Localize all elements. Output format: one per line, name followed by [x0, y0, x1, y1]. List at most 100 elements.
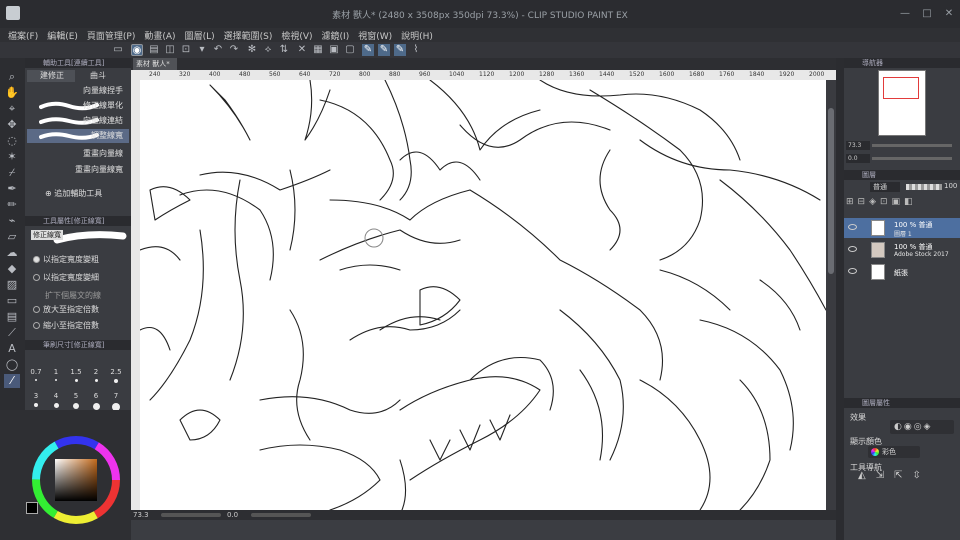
- sub-tool-item[interactable]: 重畫向量線: [27, 147, 129, 161]
- minimize-button[interactable]: —: [898, 8, 912, 20]
- snap-icon[interactable]: ⌇: [410, 44, 422, 56]
- operation-tool-icon[interactable]: ⌖: [4, 102, 20, 116]
- undo-icon[interactable]: ↶: [212, 44, 224, 56]
- layer-row-selected[interactable]: 100 % 普通 圖層 1: [844, 218, 960, 238]
- correct-line-tool-icon[interactable]: ⁄: [4, 374, 20, 388]
- visibility-eye-icon[interactable]: [848, 224, 857, 230]
- tool-nav-buttons[interactable]: ◭⇲⇱⇳: [856, 470, 952, 484]
- radio-option[interactable]: 縮小至指定倍數: [33, 320, 99, 331]
- sub-tool-item[interactable]: 重畫向量線寬: [27, 163, 129, 177]
- navigator-angle-slider[interactable]: [872, 157, 952, 160]
- scale-icon[interactable]: ⟡: [262, 44, 274, 56]
- visibility-eye-icon[interactable]: [848, 246, 857, 252]
- menu-help[interactable]: 說明(H): [393, 28, 433, 42]
- brush-tool-icon[interactable]: ⌁: [4, 214, 20, 228]
- navigator-angle-value[interactable]: 0.0: [846, 154, 870, 163]
- sub-tool-item[interactable]: 向量線捏手: [27, 84, 129, 98]
- navigator-zoom-slider[interactable]: [872, 144, 952, 147]
- deselect-icon[interactable]: ✕: [296, 44, 308, 56]
- blend-mode-select[interactable]: 普通: [870, 182, 900, 192]
- sub-tool-item[interactable]: 向量線連結: [27, 114, 129, 128]
- color-wheel[interactable]: [30, 434, 122, 526]
- invert-icon[interactable]: ▦: [312, 44, 324, 56]
- pencil-tool-icon[interactable]: ✏: [4, 198, 20, 212]
- close-button[interactable]: ✕: [942, 8, 956, 20]
- visibility-eye-icon[interactable]: [848, 268, 857, 274]
- ruler-tool-icon[interactable]: ⟋: [4, 326, 20, 340]
- layer-row[interactable]: 紙張: [844, 262, 960, 282]
- gradient-tool-icon[interactable]: ▨: [4, 278, 20, 292]
- move-tool-icon[interactable]: ✥: [4, 118, 20, 132]
- brush-size-option[interactable]: 2.5: [107, 368, 125, 390]
- drawing-canvas[interactable]: [140, 80, 826, 510]
- angle-value[interactable]: 0.0: [227, 511, 238, 519]
- text-tool-icon[interactable]: A: [4, 342, 20, 356]
- save-icon[interactable]: ▤: [148, 44, 160, 56]
- radio-option[interactable]: 放大至指定倍數: [33, 304, 99, 315]
- redo-icon[interactable]: ↷: [228, 44, 240, 56]
- menu-file[interactable]: 檔案(F): [0, 28, 38, 42]
- fill-tool-icon[interactable]: ◆: [4, 262, 20, 276]
- menu-filter[interactable]: 濾鏡(I): [314, 28, 350, 42]
- main-color-swatch[interactable]: [26, 502, 38, 514]
- layer-toolbar[interactable]: ⊞⊟◈⊡▣◧: [844, 197, 960, 209]
- vector-adjust-icon[interactable]: ✎: [378, 44, 390, 56]
- brush-size-option[interactable]: 2: [87, 368, 105, 390]
- brush-size-option[interactable]: 1.5: [67, 368, 85, 390]
- eyedropper-icon[interactable]: ⌿: [4, 166, 20, 180]
- clear-icon[interactable]: ⊡: [180, 44, 192, 56]
- zoom-value[interactable]: 73.3: [133, 511, 149, 519]
- vertical-scrollbar[interactable]: [826, 80, 836, 510]
- radio-option[interactable]: 以指定寬度變細: [33, 272, 99, 283]
- menu-animation[interactable]: 動畫(A): [136, 28, 175, 42]
- new-file-icon[interactable]: ▭: [112, 44, 124, 56]
- layer-icon[interactable]: ◫: [164, 44, 176, 56]
- fill-icon[interactable]: ▾: [196, 44, 208, 56]
- brush-size-option[interactable]: 1: [47, 368, 65, 390]
- hand-tool-icon[interactable]: ✋: [4, 86, 20, 100]
- opacity-slider[interactable]: [906, 184, 942, 190]
- opacity-value[interactable]: 100: [944, 182, 957, 190]
- radio-option[interactable]: 以指定寬度變粗: [33, 254, 99, 265]
- transform-icon[interactable]: ✻: [246, 44, 258, 56]
- sub-tool-item[interactable]: 修正線單化: [27, 99, 129, 113]
- add-sub-tool-button[interactable]: ⊕ 追加輔助工具: [45, 188, 102, 199]
- vector-width-icon[interactable]: ✎: [394, 44, 406, 56]
- tab-other[interactable]: 曲斗: [77, 70, 125, 82]
- menu-selection[interactable]: 選擇範圍(S): [216, 28, 273, 42]
- navigator-preview[interactable]: [878, 70, 926, 136]
- menu-window[interactable]: 視窗(W): [350, 28, 392, 42]
- selection-tool-icon[interactable]: ◌: [4, 134, 20, 148]
- menu-page[interactable]: 頁面管理(P): [79, 28, 135, 42]
- document-tab[interactable]: 素材 獸人*: [133, 58, 177, 70]
- display-color-select[interactable]: 彩色: [868, 446, 920, 458]
- layer-row[interactable]: 100 % 普通 Adobe Stock 2017: [844, 240, 960, 260]
- rotation-slider[interactable]: [251, 513, 311, 517]
- blend-tool-icon[interactable]: ☁: [4, 246, 20, 260]
- menu-view[interactable]: 檢視(V): [273, 28, 312, 42]
- tab-correct-line[interactable]: 建修正: [27, 70, 75, 82]
- shrink-icon[interactable]: ▢: [344, 44, 356, 56]
- flip-icon[interactable]: ⇅: [278, 44, 290, 56]
- maximize-button[interactable]: □: [920, 8, 934, 20]
- menu-layer[interactable]: 圖層(L): [177, 28, 215, 42]
- brush-dot-icon: [92, 403, 100, 410]
- vector-pen-icon[interactable]: ✎: [362, 44, 374, 56]
- navigator-zoom-value[interactable]: 73.3: [846, 141, 870, 150]
- figure-tool-icon[interactable]: ▭: [4, 294, 20, 308]
- menu-edit[interactable]: 編輯(E): [39, 28, 78, 42]
- canvas-settings-icon[interactable]: ◉: [131, 44, 143, 56]
- balloon-tool-icon[interactable]: ◯: [4, 358, 20, 372]
- zoom-slider[interactable]: [161, 513, 221, 517]
- sub-tool-item-selected[interactable]: 調整線寬: [27, 129, 129, 143]
- eraser-tool-icon[interactable]: ▱: [4, 230, 20, 244]
- pen-tool-icon[interactable]: ✒: [4, 182, 20, 196]
- auto-select-icon[interactable]: ✶: [4, 150, 20, 164]
- frame-tool-icon[interactable]: ▤: [4, 310, 20, 324]
- expand-icon[interactable]: ▣: [328, 44, 340, 56]
- effect-buttons[interactable]: ◐◉◎◈: [890, 420, 954, 434]
- zoom-tool-icon[interactable]: ⌕: [4, 70, 20, 84]
- brush-size-option[interactable]: 0.7: [27, 368, 45, 390]
- navigator-view-frame[interactable]: [883, 77, 919, 99]
- scrollbar-thumb[interactable]: [828, 108, 834, 274]
